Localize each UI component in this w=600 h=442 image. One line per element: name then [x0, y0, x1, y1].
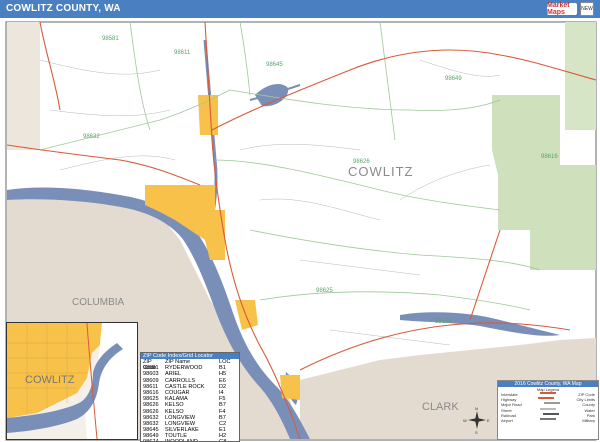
clark-label: CLARK: [422, 401, 459, 413]
legend-swatch: [539, 417, 556, 420]
zip-label-98649: 98649: [445, 76, 462, 82]
legend-rows: Interstate ZIP Code Highway City Limits Majo…: [498, 392, 598, 423]
map-legend: 2016 Cowlitz County, WA Map Map Legend I…: [497, 380, 599, 440]
map-frame: COWLITZ COUNTY, WA Market Maps NEW 98581…: [0, 0, 600, 442]
zip-label-98611: 98611: [174, 50, 191, 56]
inset-county-label: COWLITZ: [25, 374, 75, 386]
legend-item-left: Airport: [501, 417, 513, 423]
compass-w: W: [463, 418, 467, 423]
woodland-city: [280, 375, 300, 400]
legend-swatch: [544, 402, 560, 405]
zip-label-98616: 98616: [541, 154, 558, 160]
county-label: COWLITZ: [348, 164, 414, 179]
legend-swatch: [540, 407, 557, 410]
compass-e: E: [487, 418, 490, 423]
zip-table-body: 98581 RYDERWOOD B1 98603 ARIEL H5 98609 CARROLL…: [141, 365, 239, 441]
compass-n: N: [475, 406, 478, 411]
zip-label-98645: 98645: [266, 62, 283, 68]
zip-label-98625: 98625: [316, 288, 333, 294]
legend-swatch: [543, 412, 560, 415]
legend-swatch: [538, 397, 555, 400]
columbia-label: COLUMBIA: [72, 297, 125, 308]
inset-canvas: COWLITZ: [7, 323, 137, 439]
west-neighbor-land: [7, 22, 40, 150]
legend-row: Airport Military: [498, 417, 598, 423]
zip-label-98581: 98581: [102, 36, 119, 42]
legend-swatch: [539, 392, 556, 394]
legend-item-right: Military: [582, 417, 595, 423]
compass-s: S: [475, 430, 478, 435]
zip-label-98603: 98603: [435, 319, 452, 325]
zip-label-98632: 98632: [83, 134, 100, 140]
inset-map: COWLITZ: [6, 322, 138, 440]
zip-index-table: ZIP Code Index/Grid Locator ZIP Code ZIP…: [140, 352, 240, 442]
